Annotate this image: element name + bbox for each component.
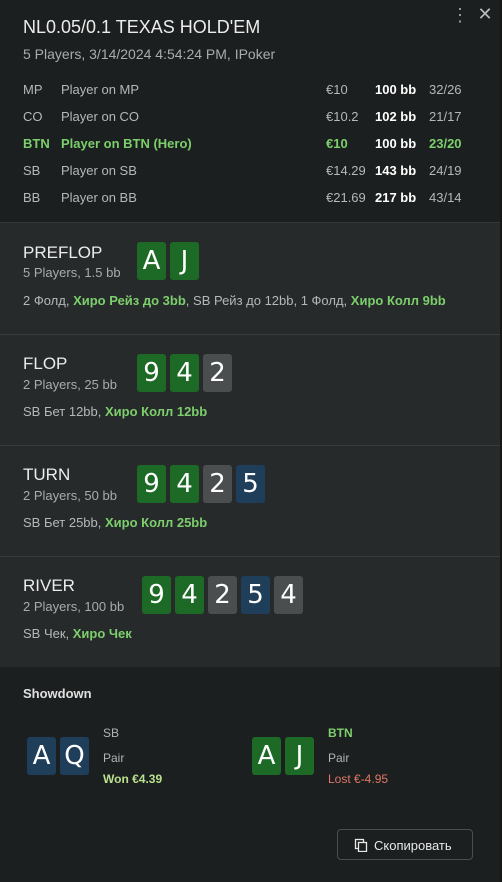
street-river: RIVER 2 Players, 100 bb 9 4 2 5 4 SB Чек… xyxy=(0,557,500,667)
card: A xyxy=(252,737,281,775)
player-stack: €10 xyxy=(326,82,348,97)
card: J xyxy=(285,737,314,775)
hole-cards: A J xyxy=(137,242,199,280)
player-stats: 24/19 xyxy=(429,163,462,178)
player-position: SB xyxy=(23,163,41,178)
card: 9 xyxy=(137,354,166,392)
player-bb: 100 bb xyxy=(375,82,417,97)
player-row-sb: SB Player on SB €14.29 143 bb 24/19 xyxy=(0,161,500,181)
hero-action: Хиро Рейз до 3bb xyxy=(73,293,186,308)
game-title: NL0.05/0.1 TEXAS HOLD'EM xyxy=(23,17,261,37)
card: 5 xyxy=(241,576,270,614)
hero-action: Хиро Колл 9bb xyxy=(350,293,446,308)
street-info: 5 Players, 1.5 bb xyxy=(23,265,121,280)
hand-header: ⋮ ✕ NL0.05/0.1 TEXAS HOLD'EM 5 Players, … xyxy=(0,0,500,223)
street-preflop: PREFLOP 5 Players, 1.5 bb A J 2 Фолд, Хи… xyxy=(0,223,500,335)
player-position: CO xyxy=(23,109,43,124)
player-name: Player on BB xyxy=(61,190,137,205)
card: 4 xyxy=(170,465,199,503)
street-name: PREFLOP xyxy=(23,243,103,262)
player-name: Player on MP xyxy=(61,82,140,97)
player-stats: 32/26 xyxy=(429,82,462,97)
showdown-title: Showdown xyxy=(23,686,92,701)
more-vertical-icon[interactable]: ⋮ xyxy=(451,6,469,24)
street-actions: SB Бет 12bb, Хиро Колл 12bb xyxy=(23,404,207,419)
action-text: SB Чек, xyxy=(23,626,73,641)
showdown-position: BTN xyxy=(328,726,353,740)
player-stack: €10 xyxy=(326,136,348,151)
card: 9 xyxy=(142,576,171,614)
street-info: 2 Players, 25 bb xyxy=(23,377,117,392)
showdown-position: SB xyxy=(103,726,120,740)
card: A xyxy=(137,242,166,280)
player-name: Player on CO xyxy=(61,109,140,124)
hand-subtitle: 5 Players, 3/14/2024 4:54:24 PM, IPoker xyxy=(23,46,276,62)
card: 4 xyxy=(175,576,204,614)
showdown-result: Won €4.39 xyxy=(103,772,163,786)
card: 2 xyxy=(208,576,237,614)
hero-action: Хиро Колл 12bb xyxy=(105,404,208,419)
player-name: Player on BTN (Hero) xyxy=(61,136,192,151)
board-cards: 9 4 2 5 xyxy=(137,465,265,503)
card: 5 xyxy=(236,465,265,503)
street-actions: 2 Фолд, Хиро Рейз до 3bb, SB Рейз до 12b… xyxy=(23,293,446,308)
card: 9 xyxy=(137,465,166,503)
player-row-btn-hero: BTN Player on BTN (Hero) €10 100 bb 23/2… xyxy=(0,134,500,154)
player-stats: 21/17 xyxy=(429,109,462,124)
copy-button-label: Скопировать xyxy=(374,838,452,853)
card: 4 xyxy=(170,354,199,392)
card: Q xyxy=(60,737,89,775)
player-row-bb: BB Player on BB €21.69 217 bb 43/14 xyxy=(0,188,500,208)
street-turn: TURN 2 Players, 50 bb 9 4 2 5 SB Бет 25b… xyxy=(0,446,500,557)
player-bb: 143 bb xyxy=(375,163,417,178)
street-actions: SB Бет 25bb, Хиро Колл 25bb xyxy=(23,515,207,530)
board-cards: 9 4 2 5 4 xyxy=(142,576,303,614)
btn-showdown-cards: A J xyxy=(252,737,314,775)
showdown-panel: Showdown A Q SB Pair Won €4.39 A J BTN P… xyxy=(0,667,500,882)
player-row-mp: MP Player on MP €10 100 bb 32/26 xyxy=(0,80,500,100)
showdown-hand: Pair xyxy=(328,751,350,765)
action-text: , SB Рейз до 12bb, 1 Фолд, xyxy=(185,293,351,308)
board-cards: 9 4 2 xyxy=(137,354,232,392)
player-stats: 23/20 xyxy=(429,136,462,151)
hero-action: Хиро Чек xyxy=(72,626,132,641)
hero-action: Хиро Колл 25bb xyxy=(105,515,208,530)
player-bb: 100 bb xyxy=(375,136,417,151)
card: A xyxy=(27,737,56,775)
street-info: 2 Players, 100 bb xyxy=(23,599,125,614)
action-text: SB Бет 12bb, xyxy=(23,404,105,419)
card: 4 xyxy=(274,576,303,614)
street-name: FLOP xyxy=(23,354,68,373)
sb-showdown-cards: A Q xyxy=(27,737,89,775)
player-stack: €10.2 xyxy=(326,109,359,124)
card: 2 xyxy=(203,354,232,392)
card: J xyxy=(170,242,199,280)
player-position: MP xyxy=(23,82,43,97)
player-row-co: CO Player on CO €10.2 102 bb 21/17 xyxy=(0,107,500,127)
showdown-result: Lost €-4.95 xyxy=(328,772,389,786)
street-info: 2 Players, 50 bb xyxy=(23,488,117,503)
player-position: BTN xyxy=(23,136,50,151)
card: 2 xyxy=(203,465,232,503)
copy-button[interactable]: Скопировать xyxy=(337,829,473,860)
street-name: RIVER xyxy=(23,576,75,595)
action-text: SB Бет 25bb, xyxy=(23,515,105,530)
player-position: BB xyxy=(23,190,41,205)
street-name: TURN xyxy=(23,465,71,484)
action-text: 2 Фолд, xyxy=(23,293,74,308)
showdown-hand: Pair xyxy=(103,751,125,765)
street-flop: FLOP 2 Players, 25 bb 9 4 2 SB Бет 12bb,… xyxy=(0,335,500,446)
player-bb: 217 bb xyxy=(375,190,417,205)
street-actions: SB Чек, Хиро Чек xyxy=(23,626,132,641)
player-stats: 43/14 xyxy=(429,190,462,205)
player-stack: €21.69 xyxy=(326,190,366,205)
copy-icon xyxy=(354,838,368,852)
player-name: Player on SB xyxy=(61,163,137,178)
player-stack: €14.29 xyxy=(326,163,366,178)
player-bb: 102 bb xyxy=(375,109,417,124)
close-icon[interactable]: ✕ xyxy=(475,4,495,24)
